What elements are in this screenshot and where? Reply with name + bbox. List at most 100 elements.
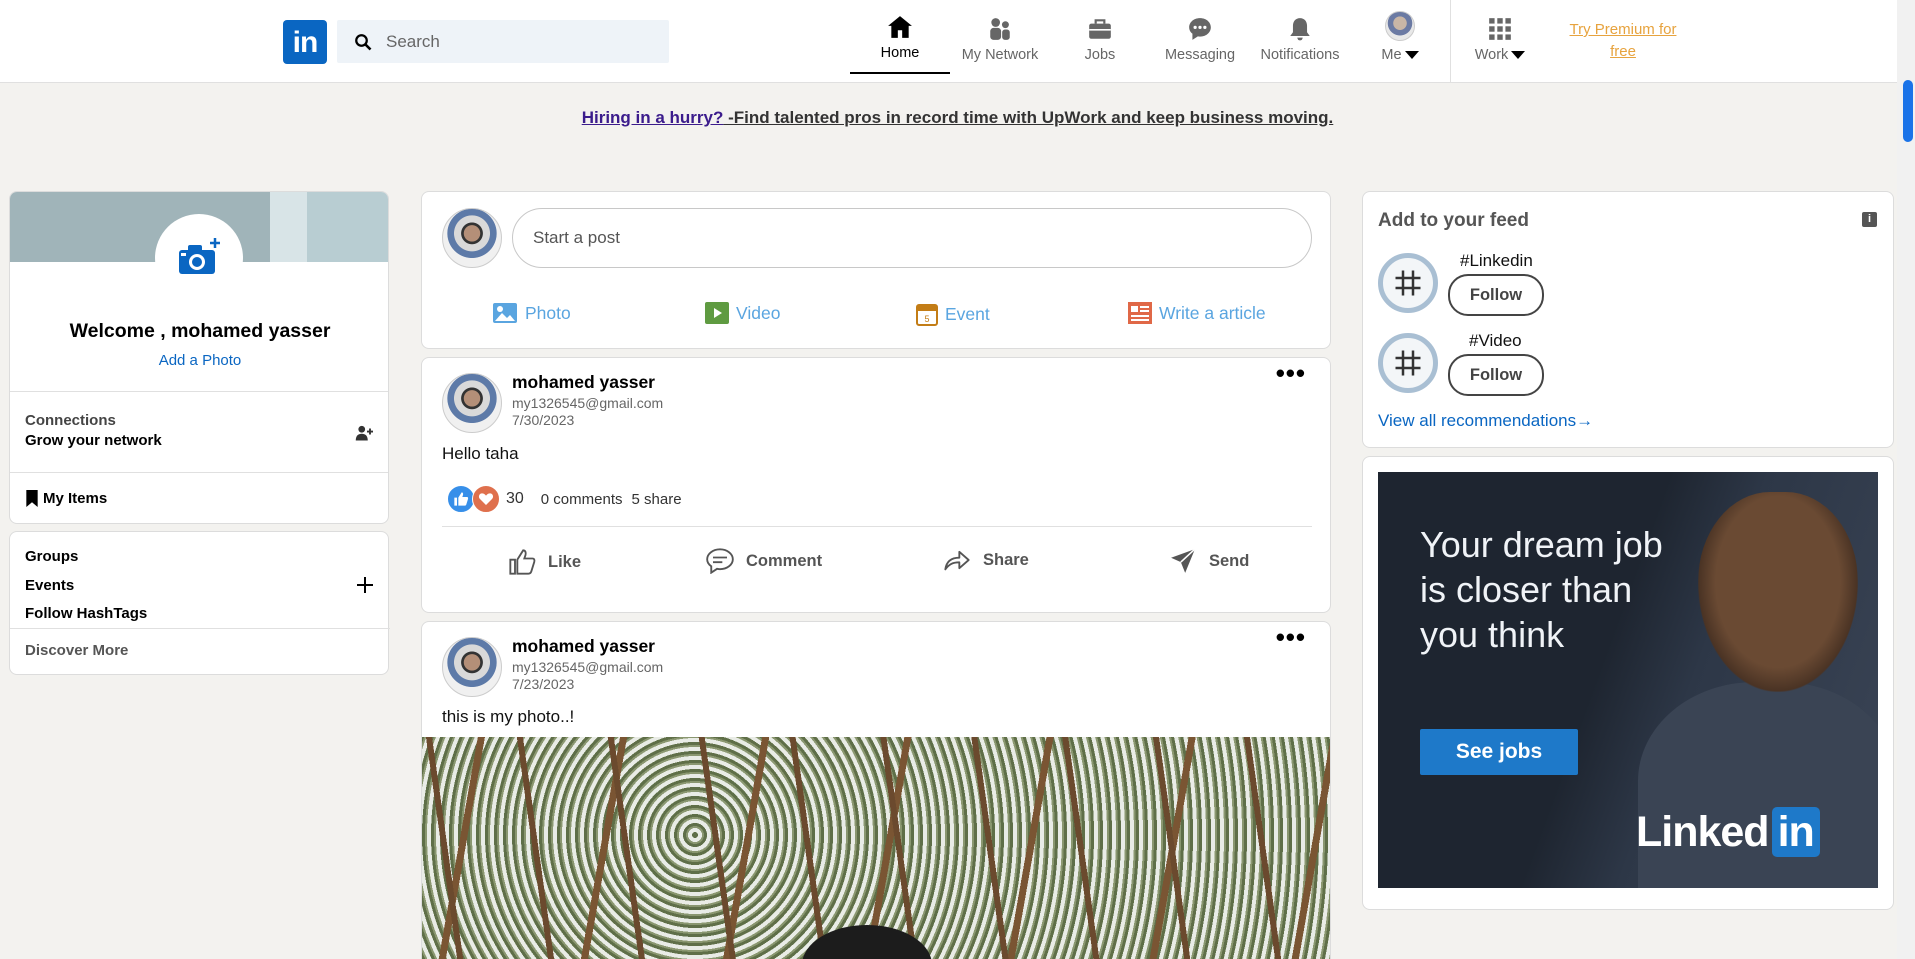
- follow-hashtags-link[interactable]: Follow HashTags: [25, 605, 147, 622]
- follow-button[interactable]: Follow: [1448, 354, 1544, 396]
- composer-article-button[interactable]: Write a article: [1128, 302, 1266, 324]
- svg-text:5: 5: [924, 314, 929, 324]
- article-icon: [1128, 302, 1152, 324]
- post-text: this is my photo..!: [442, 707, 575, 726]
- events-link[interactable]: Events: [25, 577, 74, 594]
- post-image[interactable]: [422, 737, 1330, 959]
- follow-button[interactable]: Follow: [1448, 274, 1544, 316]
- add-photo-link[interactable]: Add a Photo: [10, 352, 388, 369]
- nav-work-label: Work: [1474, 47, 1509, 63]
- nav-jobs[interactable]: Jobs: [1050, 0, 1150, 74]
- page-scrollbar[interactable]: [1897, 0, 1915, 959]
- avatar: [442, 208, 502, 268]
- nav-work[interactable]: Work: [1450, 0, 1550, 74]
- nav-notifications[interactable]: Notifications: [1250, 0, 1350, 74]
- hashtag-name[interactable]: #Linkedin: [1460, 251, 1533, 271]
- nav-messaging-label: Messaging: [1164, 47, 1236, 63]
- composer-video-button[interactable]: Video: [705, 302, 780, 324]
- avatar: [1385, 11, 1415, 41]
- welcome-heading: Welcome , mohamed yasser: [69, 320, 331, 342]
- view-all-recommendations-link[interactable]: View all recommendations→: [1378, 411, 1593, 431]
- job-ad-banner[interactable]: Your dream job is closer than you think …: [1378, 472, 1878, 888]
- like-button[interactable]: Like: [508, 548, 581, 576]
- add-to-feed-card: Add to your feed i #Linkedin Follow #Vid…: [1362, 191, 1894, 448]
- divider: [10, 472, 388, 473]
- post-date: 7/23/2023: [512, 676, 575, 692]
- post-author-name[interactable]: mohamed yasser: [512, 636, 655, 657]
- bookmark-icon: [26, 490, 38, 507]
- feed-post: mohamed yasser my1326545@gmail.com 7/30/…: [421, 357, 1331, 613]
- start-post-input[interactable]: Start a post: [512, 208, 1312, 268]
- avatar[interactable]: [442, 637, 502, 697]
- post-composer: Start a post Photo Video 5 Event Write a…: [421, 191, 1331, 349]
- caret-down-icon: [1404, 51, 1419, 59]
- linkedin-ad-logo: Linked in: [1636, 807, 1820, 857]
- send-button[interactable]: Send: [1169, 548, 1249, 574]
- more-options-icon[interactable]: •••: [1276, 624, 1306, 650]
- calendar-icon: 5: [916, 304, 938, 326]
- search-icon: [355, 33, 372, 50]
- profile-card: Welcome , mohamed yasser Add a Photo Con…: [9, 191, 389, 524]
- nav-messaging[interactable]: Messaging: [1150, 0, 1250, 74]
- banner-text[interactable]: -Find talented pros in record time with …: [723, 108, 1333, 127]
- profile-photo-placeholder[interactable]: [155, 214, 243, 302]
- divider: [10, 391, 388, 392]
- composer-photo-button[interactable]: Photo: [492, 302, 571, 324]
- hiring-link[interactable]: Hiring in a hurry?: [582, 108, 724, 127]
- caret-down-icon: [1511, 51, 1526, 59]
- comment-button[interactable]: Comment: [706, 548, 822, 574]
- post-date: 7/30/2023: [512, 412, 575, 428]
- reaction-summary[interactable]: 30 0 comments 5 share: [447, 485, 682, 513]
- try-premium-link[interactable]: Try Premium for free: [1562, 19, 1684, 63]
- nav-home[interactable]: Home: [850, 0, 950, 74]
- post-author-email: my1326545@gmail.com: [512, 659, 664, 675]
- post-author-name[interactable]: mohamed yasser: [512, 372, 655, 393]
- message-icon: [1189, 18, 1211, 40]
- linkedin-logo[interactable]: in: [283, 20, 327, 64]
- groups-link[interactable]: Groups: [25, 548, 78, 565]
- post-image-subject: [802, 925, 932, 959]
- info-icon[interactable]: i: [1862, 212, 1877, 227]
- briefcase-icon: [1089, 19, 1111, 39]
- my-items-link[interactable]: My Items: [25, 490, 107, 507]
- nav-me[interactable]: Me: [1350, 0, 1450, 74]
- love-reaction-icon: [472, 485, 500, 513]
- post-action-bar: Like Comment Share Send: [422, 518, 1332, 598]
- comment-icon: [706, 548, 734, 574]
- nav-notifications-label: Notifications: [1260, 47, 1340, 63]
- send-icon: [1171, 548, 1196, 573]
- connections-label[interactable]: Connections: [25, 412, 116, 429]
- add-person-icon[interactable]: [355, 424, 373, 442]
- more-options-icon[interactable]: •••: [1276, 360, 1306, 386]
- composer-event-label: Event: [945, 303, 990, 324]
- thumbs-up-icon: [509, 549, 536, 575]
- search-box[interactable]: [337, 20, 669, 63]
- grow-network-label[interactable]: Grow your network: [25, 432, 162, 449]
- search-input[interactable]: [386, 31, 646, 52]
- share-button[interactable]: Share: [943, 548, 1029, 572]
- divider: [10, 628, 390, 629]
- avatar[interactable]: [442, 373, 502, 433]
- arrow-right-icon: →: [1576, 411, 1594, 430]
- share-label: Share: [983, 550, 1029, 569]
- scrollbar-thumb[interactable]: [1903, 80, 1913, 142]
- composer-event-button[interactable]: 5 Event: [916, 302, 990, 326]
- nav-my-network[interactable]: My Network: [950, 0, 1050, 74]
- post-text: Hello taha: [442, 444, 519, 463]
- discover-more-link[interactable]: Discover More: [25, 642, 128, 659]
- network-icon: [990, 18, 1010, 40]
- share-count[interactable]: 5 share: [632, 491, 682, 508]
- ad-logo-in: in: [1771, 807, 1820, 857]
- post-author-email: my1326545@gmail.com: [512, 395, 664, 411]
- hashtag-name[interactable]: #Video: [1469, 331, 1522, 351]
- nav-my-network-label: My Network: [961, 47, 1039, 63]
- nav-home-label: Home: [880, 45, 920, 61]
- grid-icon: [1489, 18, 1511, 40]
- video-icon: [705, 302, 729, 324]
- see-jobs-button[interactable]: See jobs: [1420, 729, 1578, 775]
- comment-count[interactable]: 0 comments: [541, 491, 623, 508]
- feed-post: mohamed yasser my1326545@gmail.com 7/23/…: [421, 621, 1331, 959]
- photo-icon: [493, 303, 517, 323]
- my-items-label: My Items: [43, 490, 108, 507]
- plus-icon[interactable]: [356, 576, 374, 594]
